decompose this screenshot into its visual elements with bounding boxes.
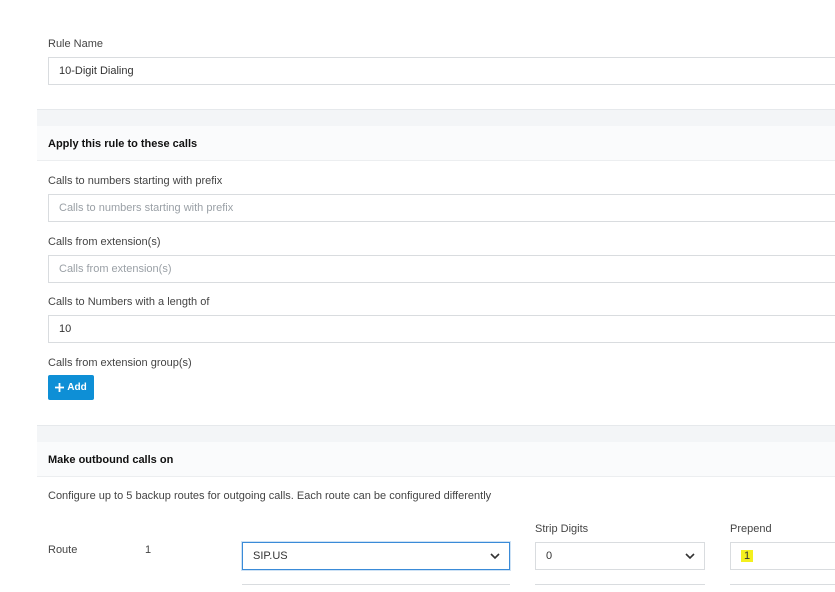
add-ext-group-button[interactable]: Add bbox=[48, 375, 94, 400]
next-row-prepend-edge bbox=[730, 584, 835, 585]
next-row-trunk-edge bbox=[242, 584, 510, 585]
prepend-input[interactable]: 1 bbox=[730, 542, 835, 570]
prepend-value: 1 bbox=[741, 550, 754, 562]
trunk-select-value: SIP.US bbox=[253, 550, 288, 562]
apply-section-header: Apply this rule to these calls bbox=[37, 126, 835, 161]
add-button-label: Add bbox=[67, 382, 87, 393]
outbound-description: Configure up to 5 backup routes for outg… bbox=[48, 490, 492, 502]
ext-groups-label: Calls from extension group(s) bbox=[48, 357, 192, 369]
from-extensions-label: Calls from extension(s) bbox=[48, 236, 161, 248]
trunk-select[interactable]: SIP.US bbox=[242, 542, 510, 570]
from-extensions-input[interactable]: Calls from extension(s) bbox=[48, 255, 835, 283]
outbound-section-header: Make outbound calls on bbox=[37, 442, 835, 477]
apply-section-title: Apply this rule to these calls bbox=[48, 138, 198, 150]
outbound-section-title: Make outbound calls on bbox=[48, 454, 174, 466]
chevron-down-icon bbox=[490, 553, 500, 560]
rule-name-input[interactable]: 10-Digit Dialing bbox=[48, 57, 835, 85]
route-number: 1 bbox=[145, 544, 152, 556]
section-divider-2 bbox=[37, 425, 835, 443]
prefix-label: Calls to numbers starting with prefix bbox=[48, 175, 223, 187]
prepend-header: Prepend bbox=[730, 523, 772, 535]
strip-digits-select[interactable]: 0 bbox=[535, 542, 705, 570]
prefix-input[interactable]: Calls to numbers starting with prefix bbox=[48, 194, 835, 222]
strip-digits-value: 0 bbox=[546, 550, 553, 562]
length-label: Calls to Numbers with a length of bbox=[48, 296, 210, 308]
route-label: Route bbox=[48, 544, 78, 556]
chevron-down-icon bbox=[685, 553, 695, 560]
plus-icon bbox=[55, 383, 65, 392]
strip-digits-header: Strip Digits bbox=[535, 523, 589, 535]
length-input[interactable]: 10 bbox=[48, 315, 835, 343]
section-divider bbox=[37, 109, 835, 127]
rule-name-label: Rule Name bbox=[48, 38, 104, 50]
next-row-strip-edge bbox=[535, 584, 705, 585]
